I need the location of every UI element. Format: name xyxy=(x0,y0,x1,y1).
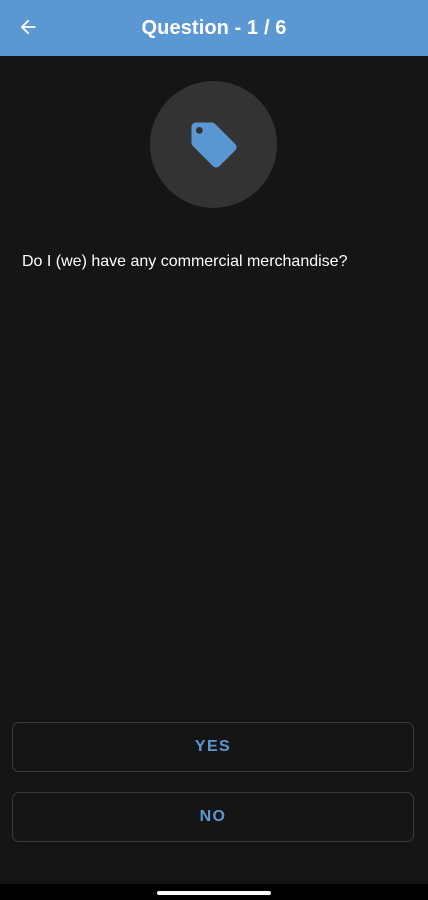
question-text: Do I (we) have any commercial merchandis… xyxy=(22,253,348,270)
question-icon-circle xyxy=(150,81,277,208)
tag-icon xyxy=(191,122,236,167)
top-app-bar: Question - 1 / 6 xyxy=(0,0,428,56)
yes-button[interactable]: YES xyxy=(12,722,414,772)
back-button[interactable] xyxy=(10,8,46,46)
arrow-left-icon xyxy=(20,19,36,35)
question-screen: Question - 1 / 6 Do I (we) have any comm… xyxy=(0,0,428,900)
home-indicator[interactable] xyxy=(157,891,271,895)
no-button[interactable]: NO xyxy=(12,792,414,842)
page-title: Question - 1 / 6 xyxy=(141,16,287,39)
